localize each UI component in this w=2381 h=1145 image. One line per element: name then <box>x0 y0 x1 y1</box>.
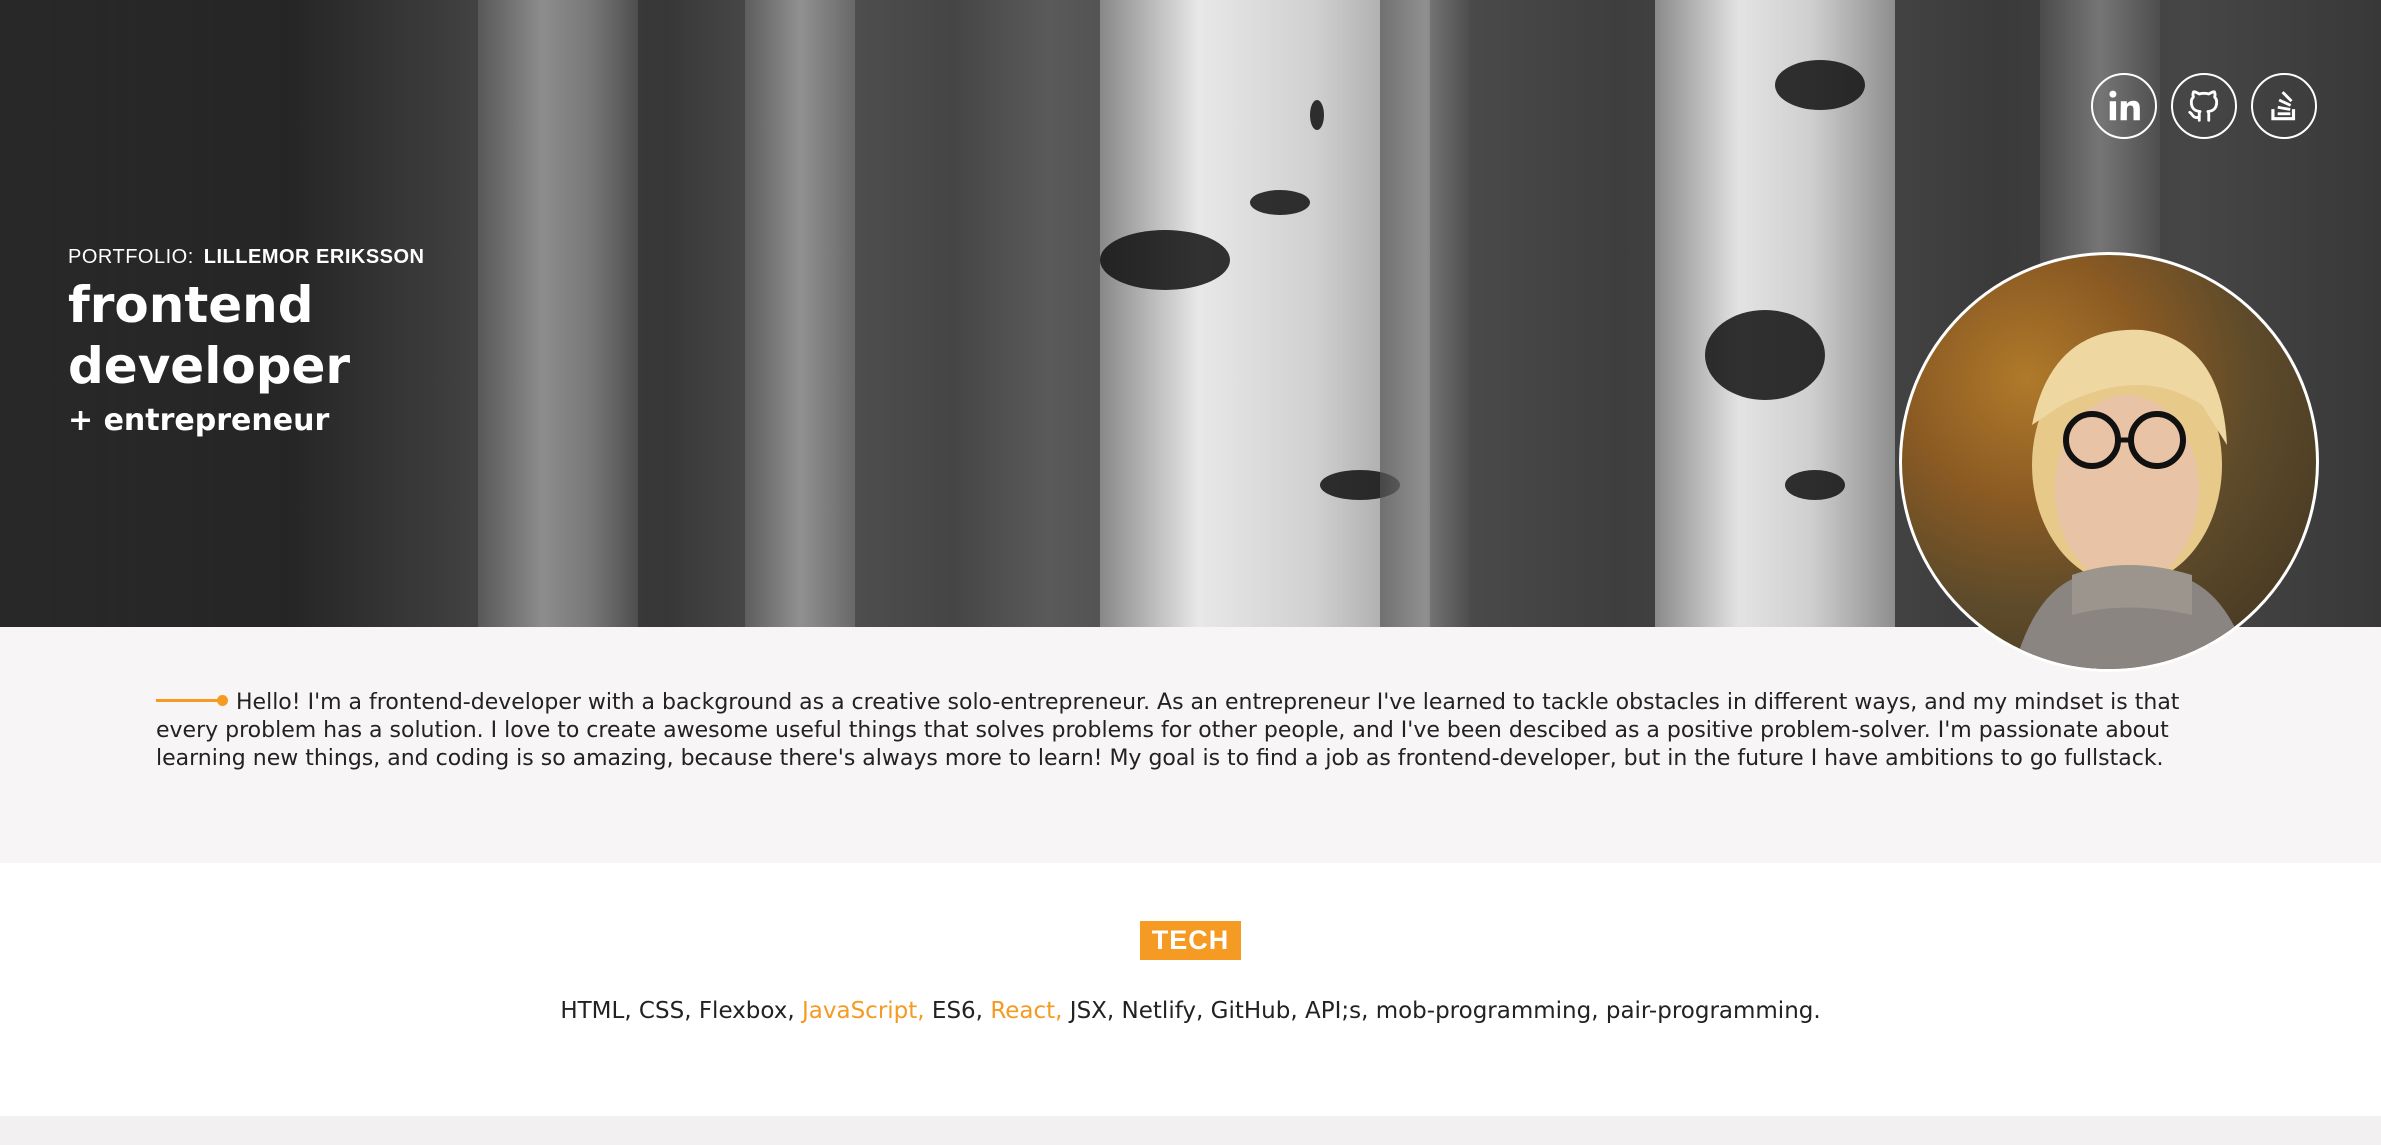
tech-title: TECH <box>1139 921 1242 960</box>
accent-line <box>156 694 228 706</box>
social-links <box>2091 73 2317 139</box>
birch-trunk <box>745 0 855 627</box>
owner-name: LILLEMOR ERIKSSON <box>203 246 425 268</box>
tech-section: TECH HTML, CSS, Flexbox, JavaScript, ES6… <box>0 863 2381 1116</box>
tech-item: ES6, <box>931 998 991 1024</box>
hero-text: PORTFOLIO: LILLEMOR ERIKSSON frontend dev… <box>68 246 488 438</box>
about-text: Hello! I'm a frontend-developer with a b… <box>156 690 2180 771</box>
stackoverflow-link[interactable] <box>2251 73 2317 139</box>
role-subtitle: + entrepreneur <box>68 403 330 438</box>
about-section: Hello! I'm a frontend-developer with a b… <box>0 627 2381 863</box>
role-title: frontend developer <box>68 276 351 395</box>
birch-trunk <box>1655 0 1895 627</box>
portfolio-line: PORTFOLIO: LILLEMOR ERIKSSON <box>68 246 488 269</box>
tech-list: HTML, CSS, Flexbox, JavaScript, ES6, Rea… <box>0 998 2381 1024</box>
github-icon <box>2188 90 2219 122</box>
tech-item: JSX, Netlify, GitHub, API;s, mob-program… <box>1069 998 1821 1024</box>
tech-item: HTML, CSS, Flexbox, <box>560 998 802 1024</box>
github-link[interactable] <box>2171 73 2237 139</box>
portfolio-label: PORTFOLIO: <box>68 246 194 268</box>
profile-portrait <box>2013 329 2251 669</box>
tech-item-highlight: React, <box>990 998 1070 1024</box>
tech-item-highlight: JavaScript, <box>802 998 932 1024</box>
footer-strip <box>0 1116 2381 1145</box>
linkedin-link[interactable] <box>2091 73 2157 139</box>
about-paragraph: Hello! I'm a frontend-developer with a b… <box>156 689 2225 773</box>
stackoverflow-icon <box>2271 91 2296 121</box>
profile-photo <box>1899 252 2319 672</box>
linkedin-icon <box>2109 90 2140 121</box>
birch-trunk <box>1380 0 1470 627</box>
